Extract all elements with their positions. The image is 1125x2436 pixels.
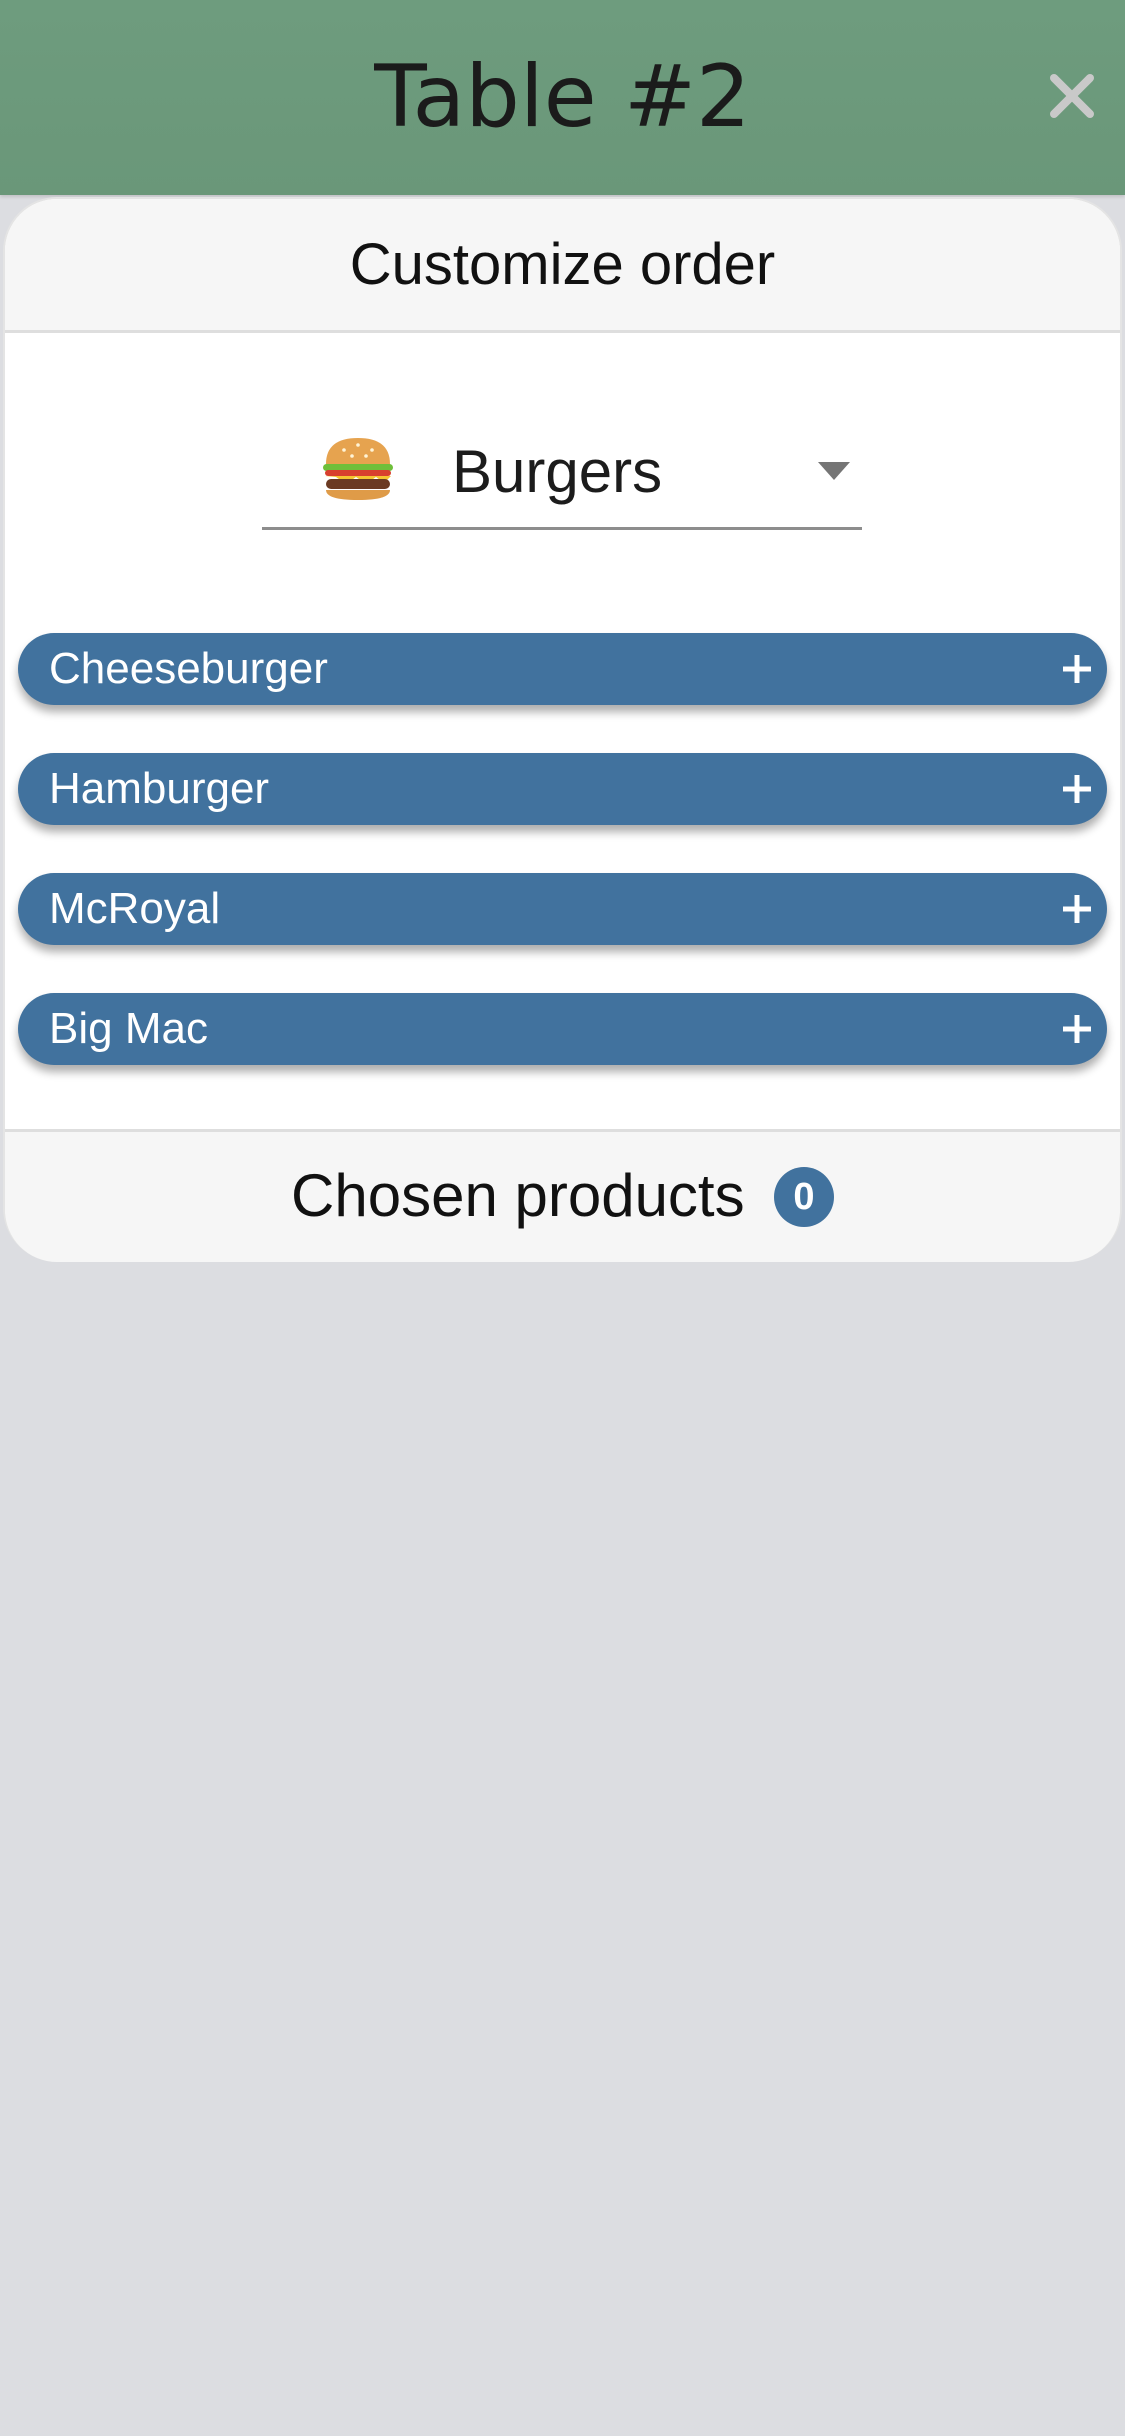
chosen-products-footer[interactable]: Chosen products 0	[5, 1129, 1120, 1262]
category-dropdown[interactable]: Burgers	[262, 402, 862, 530]
plus-icon[interactable]	[1063, 775, 1091, 803]
customize-order-panel: Customize order	[3, 197, 1122, 1262]
product-item-hamburger[interactable]: Hamburger	[18, 753, 1107, 825]
product-label: Cheeseburger	[49, 644, 328, 693]
product-item-cheeseburger[interactable]: Cheeseburger	[18, 633, 1107, 705]
category-label: Burgers	[452, 438, 663, 505]
caret-down-icon	[818, 462, 850, 480]
panel-header: Customize order	[5, 199, 1120, 333]
plus-icon[interactable]	[1063, 895, 1091, 923]
product-item-mcroyal[interactable]: McRoyal	[18, 873, 1107, 945]
plus-icon[interactable]	[1063, 655, 1091, 683]
product-item-big-mac[interactable]: Big Mac	[18, 993, 1107, 1065]
panel-title: Customize order	[349, 232, 776, 297]
product-label: Hamburger	[49, 764, 270, 813]
product-label: Big Mac	[49, 1004, 208, 1053]
plus-icon[interactable]	[1063, 1015, 1091, 1043]
burger-icon	[323, 438, 393, 500]
page-title: Table #2	[374, 47, 751, 147]
product-label: McRoyal	[49, 884, 221, 933]
close-icon[interactable]	[1048, 72, 1096, 120]
chosen-products-label: Chosen products	[291, 1162, 745, 1229]
close-button[interactable]	[1048, 72, 1096, 120]
app-header: Table #2	[0, 0, 1125, 195]
chosen-products-count-badge: 0	[774, 1167, 834, 1227]
